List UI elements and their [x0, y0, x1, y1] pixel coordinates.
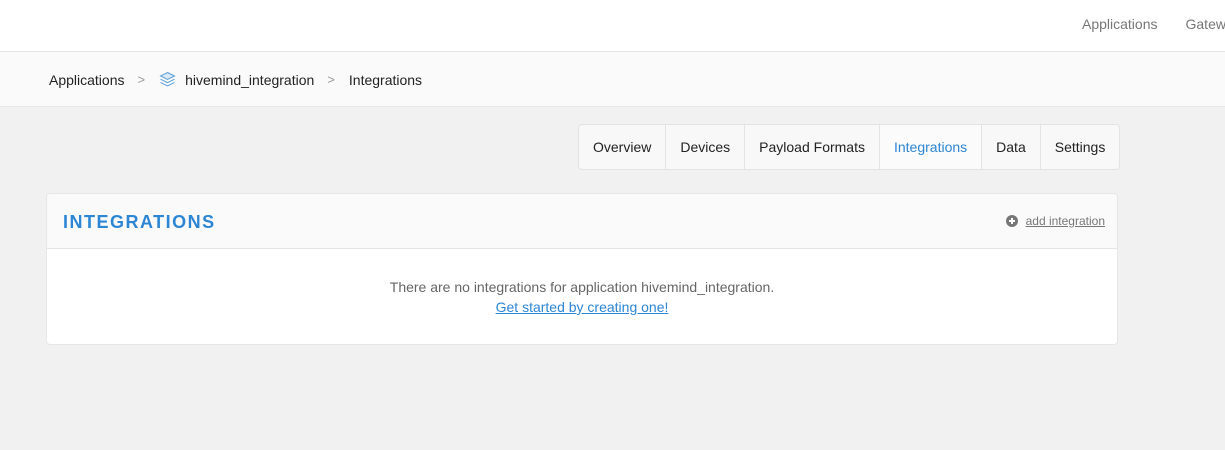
- add-integration-button[interactable]: add integration: [1005, 214, 1105, 228]
- breadcrumb-application[interactable]: hivemind_integration: [159, 71, 314, 88]
- breadcrumb-applications[interactable]: Applications: [49, 72, 125, 88]
- tab-devices[interactable]: Devices: [666, 125, 746, 169]
- tab-integrations[interactable]: Integrations: [879, 125, 983, 169]
- plus-circle-icon: [1005, 215, 1018, 227]
- tab-data[interactable]: Data: [982, 125, 1041, 169]
- empty-state-cta: Get started by creating one!: [47, 299, 1117, 315]
- top-navigation: Applications Gatew: [0, 0, 1225, 52]
- breadcrumb-bar: Applications > hivemind_integration > In…: [0, 52, 1225, 107]
- application-tabs: Overview Devices Payload Formats Integra…: [578, 124, 1121, 170]
- breadcrumb: Applications > hivemind_integration > In…: [49, 71, 422, 88]
- tab-settings[interactable]: Settings: [1041, 125, 1120, 169]
- add-integration-label: add integration: [1025, 214, 1105, 228]
- card-header: INTEGRATIONS add integration: [47, 194, 1117, 249]
- tab-payload-formats[interactable]: Payload Formats: [745, 125, 880, 169]
- tab-overview[interactable]: Overview: [579, 125, 667, 169]
- breadcrumb-integrations: Integrations: [348, 71, 423, 88]
- card-title: INTEGRATIONS: [63, 212, 216, 232]
- empty-state-message: There are no integrations for applicatio…: [389, 279, 775, 295]
- create-integration-link[interactable]: Get started by creating one!: [496, 299, 669, 315]
- breadcrumb-separator: >: [327, 72, 335, 87]
- integrations-card: INTEGRATIONS add integration There are n…: [46, 193, 1118, 345]
- breadcrumb-application-label: hivemind_integration: [185, 71, 315, 88]
- layers-icon: [159, 71, 176, 87]
- breadcrumb-separator: >: [137, 72, 146, 87]
- nav-applications-link[interactable]: Applications: [1082, 16, 1158, 32]
- topnav-links: Applications Gatew: [1082, 16, 1225, 32]
- nav-gateways-link[interactable]: Gatew: [1186, 16, 1225, 32]
